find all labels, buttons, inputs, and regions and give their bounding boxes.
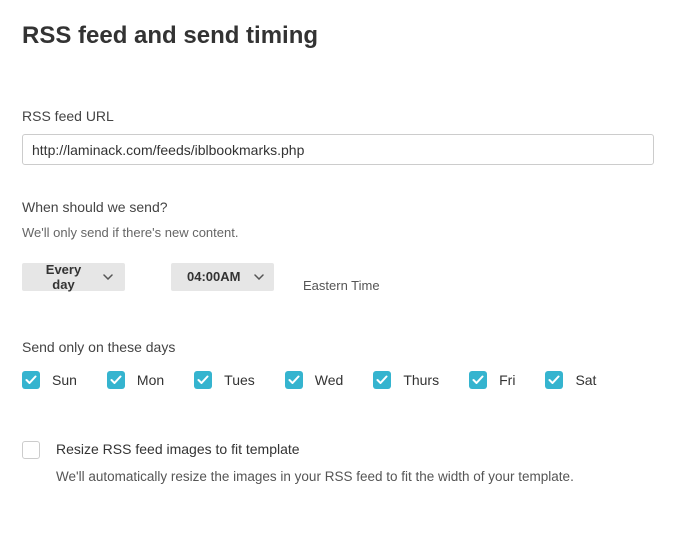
rss-url-label: RSS feed URL	[22, 108, 677, 124]
day-label: Thurs	[403, 372, 439, 388]
day-item-thurs[interactable]: Thurs	[373, 371, 439, 389]
days-label: Send only on these days	[22, 339, 677, 355]
days-row: Sun Mon Tues Wed Thurs	[22, 371, 677, 389]
time-value: 04:00AM	[187, 269, 240, 284]
resize-label: Resize RSS feed images to fit template	[56, 441, 574, 457]
checkbox-icon	[194, 371, 212, 389]
day-item-sun[interactable]: Sun	[22, 371, 77, 389]
day-item-fri[interactable]: Fri	[469, 371, 515, 389]
day-label: Tues	[224, 372, 255, 388]
day-label: Sat	[575, 372, 596, 388]
day-label: Mon	[137, 372, 164, 388]
time-select[interactable]: 04:00AM	[171, 263, 274, 291]
checkbox-icon	[545, 371, 563, 389]
checkbox-icon	[373, 371, 391, 389]
resize-sub: We'll automatically resize the images in…	[56, 469, 574, 484]
day-label: Sun	[52, 372, 77, 388]
day-item-wed[interactable]: Wed	[285, 371, 344, 389]
checkbox-icon	[107, 371, 125, 389]
day-label: Wed	[315, 372, 344, 388]
chevron-down-icon	[254, 274, 264, 280]
frequency-select[interactable]: Every day	[22, 263, 125, 291]
day-item-tues[interactable]: Tues	[194, 371, 255, 389]
frequency-value: Every day	[38, 262, 89, 292]
send-schedule-label: When should we send?	[22, 199, 677, 215]
send-schedule-sub: We'll only send if there's new content.	[22, 225, 677, 240]
day-item-sat[interactable]: Sat	[545, 371, 596, 389]
day-item-mon[interactable]: Mon	[107, 371, 164, 389]
chevron-down-icon	[103, 274, 113, 280]
checkbox-icon	[285, 371, 303, 389]
timezone-label: Eastern Time	[303, 278, 380, 293]
day-label: Fri	[499, 372, 515, 388]
rss-url-input[interactable]	[22, 134, 654, 165]
resize-checkbox[interactable]	[22, 441, 40, 459]
checkbox-icon	[22, 371, 40, 389]
page-title: RSS feed and send timing	[22, 22, 677, 50]
checkbox-icon	[469, 371, 487, 389]
